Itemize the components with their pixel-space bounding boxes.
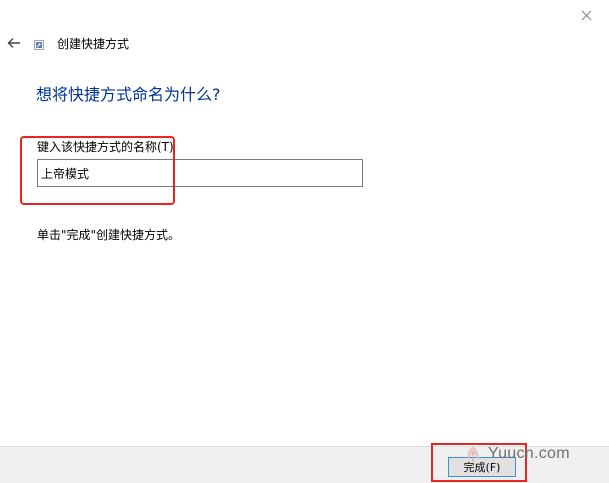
footer-bar [0,446,609,483]
shortcut-icon [34,40,44,50]
close-icon [581,10,591,20]
finish-button[interactable]: 完成(F) [448,457,516,477]
wizard-title: 创建快捷方式 [57,37,130,51]
create-shortcut-window: 创建快捷方式 想将快捷方式命名为什么? 键入该快捷方式的名称(T) 单击"完成"… [0,0,609,483]
name-field-label: 键入该快捷方式的名称(T) [37,140,174,154]
shortcut-name-input[interactable] [37,159,363,187]
back-arrow-icon [7,38,20,48]
back-button[interactable] [4,33,24,53]
page-heading: 想将快捷方式命名为什么? [36,85,221,104]
instruction-text: 单击"完成"创建快捷方式。 [37,228,181,242]
close-button[interactable] [563,0,609,30]
